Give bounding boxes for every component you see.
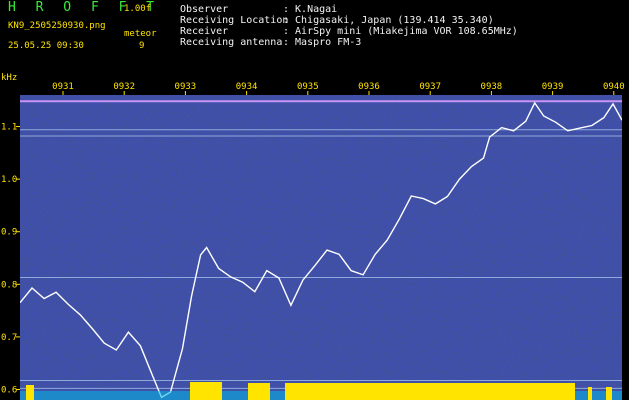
x-tick-label: 0940 (603, 82, 625, 92)
file-name: KN9_2505250930.png (8, 21, 106, 31)
y-tick-label: 0.6 (1, 385, 17, 395)
antenna-label: Receiving antenna (180, 37, 283, 48)
x-tick-label: 0935 (297, 82, 319, 92)
location-label: Receiving Location (180, 15, 289, 26)
x-tick-label: 0937 (419, 82, 441, 92)
y-tick-label: 0.7 (1, 333, 17, 343)
x-tick-label: 0932 (113, 82, 135, 92)
band-yellow-6 (606, 387, 612, 400)
date-time: 25.05.25 09:30 (8, 41, 84, 51)
x-tick-label: 0936 (358, 82, 380, 92)
observer-label: Observer (180, 4, 229, 15)
spectrogram-plot (20, 95, 622, 400)
observer-value: : K.Nagai (283, 4, 338, 15)
y-tick-label: 0.8 (1, 280, 17, 290)
x-tick-label: 0934 (236, 82, 258, 92)
location-value: : Chigasaki, Japan (139.414 35.340) (283, 15, 494, 26)
y-tick-label: 1.0 (1, 175, 17, 185)
y-tick-label: 1.1 (1, 123, 17, 133)
antenna-value: : Maspro FM-3 (283, 37, 362, 48)
y-axis: 0.6 0.7 0.8 0.9 1.0 1.1 (1, 123, 20, 395)
app-version: 1.00f (124, 4, 152, 14)
band-yellow-2 (190, 382, 222, 400)
band-yellow-1 (26, 385, 34, 400)
band-yellow-4 (285, 383, 575, 400)
x-tick-label: 0933 (175, 82, 197, 92)
band-yellow-3 (248, 383, 270, 400)
x-tick-label: 0938 (481, 82, 503, 92)
meteor-label: meteor (124, 29, 157, 39)
x-axis: 0931 0932 0933 0934 0935 0936 0937 0938 0939 0940 (52, 82, 625, 96)
spectrogram-noise (20, 95, 622, 400)
meteor-count: 9 (139, 41, 145, 51)
receiver-value: : AirSpy mini (Miakejima VOR 108.65MHz) (283, 26, 518, 37)
receiver-label: Receiver (180, 26, 229, 37)
band-yellow-5 (588, 387, 592, 400)
x-tick-label: 0939 (542, 82, 564, 92)
hrofft-display: H R O F F T 1.00f KN9_2505250930.png met… (0, 0, 629, 400)
y-tick-label: 0.9 (1, 228, 17, 238)
x-tick-label: 0931 (52, 82, 74, 92)
